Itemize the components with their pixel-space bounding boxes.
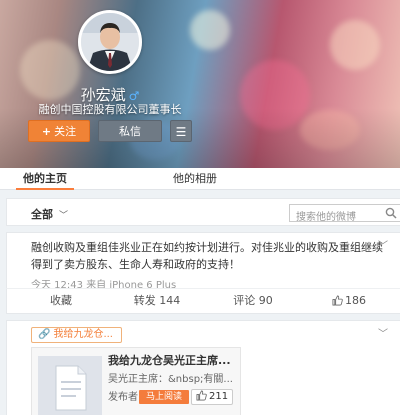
follow-button[interactable]: + 关注 (28, 120, 90, 142)
repost-button[interactable]: 转发 144 (109, 289, 205, 313)
hamburger-menu-icon: ☰ (175, 125, 187, 139)
tab-album[interactable]: 他的相册 (150, 168, 240, 190)
chevron-down-icon: ﹀ (59, 211, 69, 221)
cover-bokeh (190, 10, 230, 50)
like-count: 186 (345, 294, 366, 307)
avatar[interactable] (78, 10, 142, 74)
article-summary: 吴光正主席：&nbsp;有關... (108, 374, 233, 385)
chevron-down-icon[interactable]: ﹀ (378, 325, 388, 340)
search-box (289, 204, 400, 226)
message-label: 私信 (119, 125, 141, 138)
filter-all-label: 全部 (31, 208, 53, 221)
thumbs-up-icon (196, 390, 207, 401)
article-like-button[interactable]: 211 (191, 389, 234, 405)
feed-filter-bar: 全部 ﹀ (6, 198, 400, 226)
article-title: 我给九龙仓吴光正主席... (108, 354, 231, 367)
plus-icon: + (41, 125, 52, 138)
article-tag-text: 我给九龙仓... (53, 329, 113, 340)
follow-label: 关注 (54, 125, 77, 138)
collect-button[interactable]: 收藏 (13, 289, 109, 313)
article-thumbnail (38, 356, 102, 415)
profile-description: 融创中国控股有限公司董事长 (38, 103, 182, 116)
cover-bokeh (330, 20, 380, 70)
article-like-count: 211 (209, 391, 229, 402)
article-tag[interactable]: 🔗 我给九龙仓... (31, 327, 122, 343)
avatar-portrait (81, 13, 139, 71)
filter-all-dropdown[interactable]: 全部 ﹀ (31, 206, 68, 222)
document-icon (38, 356, 102, 415)
search-icon[interactable] (385, 207, 397, 219)
post-text: 融创收购及重组佳兆业正在如约按计划进行。对佳兆业的收购及重组继续得到了卖方股东、… (31, 241, 383, 271)
post-card: ﹀ 🔗 我给九龙仓... 我给九龙仓吴光正主席... 吴光正主席：&nbsp;有關… (6, 320, 400, 415)
thumbs-up-icon (332, 295, 343, 306)
more-menu-button[interactable]: ☰ (170, 120, 192, 142)
profile-tabs: 他的主页 他的相册 (0, 168, 400, 190)
post-action-bar: 收藏 转发 144 评论 90 186 (6, 288, 400, 314)
comment-button[interactable]: 评论 90 (205, 289, 301, 313)
read-now-button[interactable]: 马上阅读 (139, 390, 189, 404)
message-button[interactable]: 私信 (98, 120, 162, 142)
profile-cover: 孙宏斌 ♂ 融创中国控股有限公司董事长 + 关注 私信 ☰ (0, 0, 400, 168)
like-button[interactable]: 186 (301, 289, 397, 313)
link-icon: 🔗 (38, 329, 51, 340)
tab-home[interactable]: 他的主页 (0, 168, 90, 190)
search-input[interactable] (290, 209, 380, 226)
